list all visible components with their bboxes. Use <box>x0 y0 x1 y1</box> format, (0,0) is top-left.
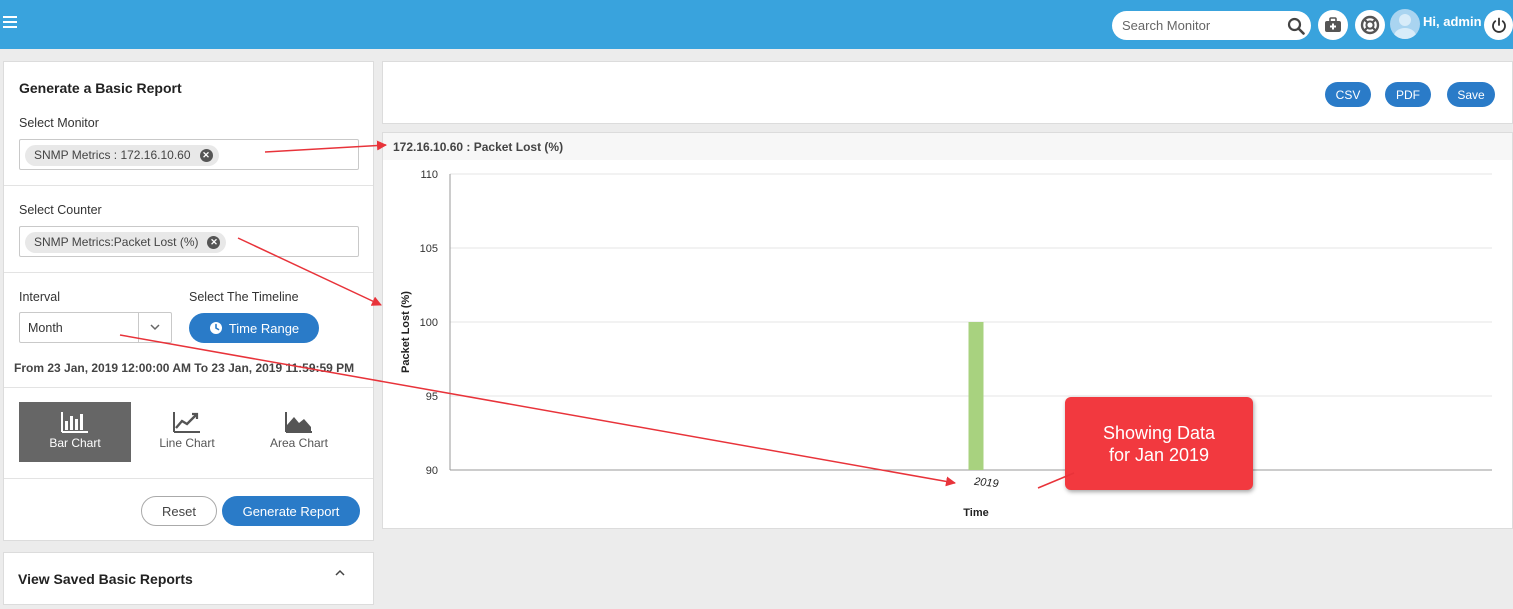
counter-label: Select Counter <box>19 203 102 217</box>
user-greeting[interactable]: Hi, admin <box>1423 14 1482 29</box>
x-tick-label: 2019 <box>973 476 1000 491</box>
annotation-line-2: for Jan 2019 <box>1108 445 1210 465</box>
area-chart-label: Area Chart <box>269 436 329 450</box>
panel-title: Generate a Basic Report <box>19 80 182 96</box>
help-lifebuoy-icon <box>1360 15 1380 35</box>
time-range-label: Time Range <box>228 320 300 336</box>
chart-title: 172.16.10.60 : Packet Lost (%) <box>393 140 564 154</box>
monitor-select[interactable]: SNMP Metrics : 172.16.10.60 ✕ <box>19 139 359 170</box>
bar-chart: 90 95 100 105 110 2019 Time Packet Lost (%) <box>400 169 1492 519</box>
chevron-down-icon[interactable] <box>138 313 171 342</box>
annotation-line-1: Showing Data <box>1102 423 1216 443</box>
divider <box>4 478 373 479</box>
export-toolbar: CSV PDF Save <box>382 61 1513 124</box>
save-button[interactable]: Save <box>1447 82 1495 107</box>
date-range-text: From 23 Jan, 2019 12:00:00 AM To 23 Jan,… <box>14 361 355 375</box>
monitor-label: Select Monitor <box>19 116 99 130</box>
chart-header: 172.16.10.60 : Packet Lost (%) <box>383 133 1512 160</box>
user-icon <box>1394 14 1416 39</box>
remove-tag-icon[interactable]: ✕ <box>199 149 213 162</box>
bar <box>968 322 984 470</box>
first-aid-kit-button[interactable] <box>1318 10 1348 40</box>
saved-reports-panel[interactable]: View Saved Basic Reports <box>3 552 374 605</box>
line-chart-option[interactable]: Line Chart <box>131 402 243 462</box>
generate-report-panel: Generate a Basic Report Select Monitor S… <box>3 61 374 541</box>
chevron-up-icon[interactable] <box>334 569 346 577</box>
chart-panel: 172.16.10.60 : Packet Lost (%) 90 95 100 10… <box>382 132 1513 529</box>
first-aid-kit-icon <box>1325 17 1341 32</box>
help-button[interactable] <box>1355 10 1385 40</box>
pdf-button[interactable]: PDF <box>1385 82 1431 107</box>
bar-chart-label: Bar Chart <box>49 436 101 450</box>
remove-tag-icon[interactable]: ✕ <box>207 236 221 249</box>
generate-report-button[interactable]: Generate Report <box>222 496 360 526</box>
y-tick-label: 90 <box>426 465 438 477</box>
y-axis-title: Packet Lost (%) <box>400 291 412 373</box>
y-tick-label: 105 <box>420 243 438 255</box>
divider <box>4 185 373 186</box>
divider <box>4 272 373 273</box>
search-icon[interactable] <box>1287 17 1305 35</box>
monitor-tag-label: SNMP Metrics : 172.16.10.60 <box>34 148 191 162</box>
y-tick-label: 100 <box>420 317 438 329</box>
divider <box>4 387 373 388</box>
counter-tag: SNMP Metrics:Packet Lost (%) ✕ <box>25 232 227 253</box>
menu-icon[interactable] <box>3 16 17 28</box>
power-icon <box>1491 17 1506 33</box>
area-chart-icon <box>285 412 312 433</box>
line-chart-label: Line Chart <box>159 436 215 450</box>
bar-chart-icon <box>61 412 88 433</box>
interval-value: Month <box>28 321 63 335</box>
timeline-label: Select The Timeline <box>189 290 299 304</box>
clock-icon <box>209 322 222 334</box>
area-chart-option[interactable]: Area Chart <box>243 402 355 462</box>
saved-reports-title: View Saved Basic Reports <box>18 571 193 587</box>
interval-label: Interval <box>19 290 60 304</box>
top-navigation-bar: Hi, admin <box>0 0 1513 49</box>
reset-button[interactable]: Reset <box>141 496 217 526</box>
avatar[interactable] <box>1390 9 1420 39</box>
monitor-tag: SNMP Metrics : 172.16.10.60 ✕ <box>25 145 219 166</box>
annotation-callout: Showing Data for Jan 2019 <box>1065 397 1253 490</box>
search-box <box>1112 11 1311 40</box>
line-chart-icon <box>173 412 200 433</box>
y-tick-label: 110 <box>420 169 438 181</box>
time-range-button[interactable]: Time Range <box>189 313 319 343</box>
search-input[interactable] <box>1122 17 1282 34</box>
logout-button[interactable] <box>1484 10 1513 40</box>
csv-button[interactable]: CSV <box>1325 82 1371 107</box>
bar-chart-option[interactable]: Bar Chart <box>19 402 131 462</box>
counter-tag-label: SNMP Metrics:Packet Lost (%) <box>34 235 199 249</box>
x-axis-title: Time <box>963 507 988 519</box>
counter-select[interactable]: SNMP Metrics:Packet Lost (%) ✕ <box>19 226 359 257</box>
interval-select[interactable]: Month <box>19 312 172 343</box>
y-tick-label: 95 <box>426 391 438 403</box>
